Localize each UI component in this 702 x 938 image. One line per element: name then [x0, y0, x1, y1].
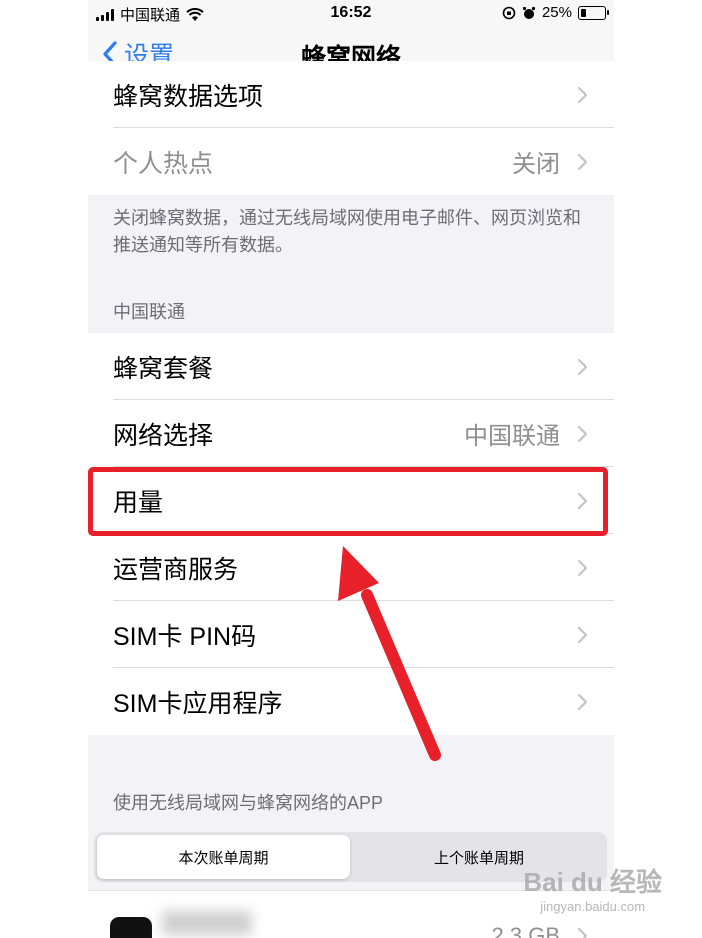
baidu-jingyan-watermark: Bai du 经验 jingyan.baidu.com — [523, 862, 662, 914]
watermark-url: jingyan.baidu.com — [540, 899, 646, 914]
red-arrow-annotation — [338, 546, 441, 761]
watermark-logo-text: Bai du 经验 — [523, 867, 662, 897]
